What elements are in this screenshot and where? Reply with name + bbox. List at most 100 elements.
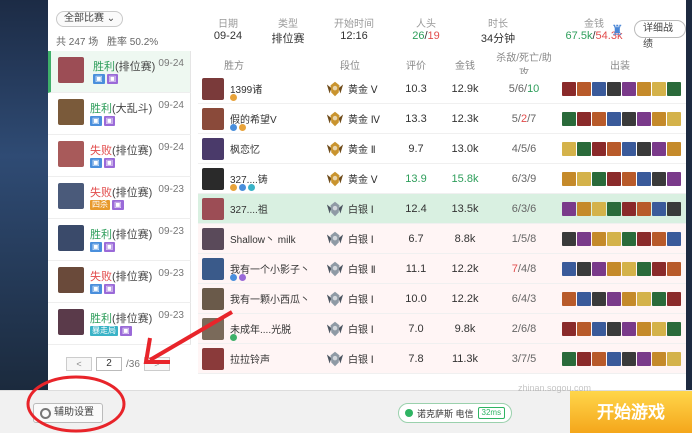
assist-settings-button[interactable]: 辅助设置: [33, 403, 103, 423]
item-icon[interactable]: [622, 141, 636, 156]
match-list-item[interactable]: 胜利(排位赛) 09-23 ▣ ▣: [48, 219, 191, 261]
player-row[interactable]: 327....铸 黄金 Ⅴ 13.9 15.8k 6/3/9: [198, 164, 686, 194]
item-icon[interactable]: [637, 231, 651, 246]
item-icon[interactable]: [592, 171, 606, 186]
next-page-button[interactable]: >: [143, 357, 170, 371]
item-icon[interactable]: [562, 81, 576, 96]
player-name[interactable]: 我有一颗小西瓜丶: [230, 291, 310, 306]
match-list-item[interactable]: 失败(排位赛) 09-23 四杀 ▣: [48, 177, 191, 219]
match-list-item[interactable]: 胜利(大乱斗) 09-24 ▣ ▣: [48, 93, 191, 135]
champion-avatar[interactable]: [202, 77, 224, 100]
player-name[interactable]: 327....祖: [230, 201, 268, 216]
item-icon[interactable]: [607, 141, 621, 156]
item-icon[interactable]: [577, 141, 591, 156]
item-icon[interactable]: [592, 111, 606, 126]
item-icon[interactable]: [577, 81, 591, 96]
item-icon[interactable]: [637, 81, 651, 96]
item-icon[interactable]: [607, 231, 621, 246]
item-icon[interactable]: [667, 141, 681, 156]
item-icon[interactable]: [652, 261, 666, 276]
item-icon[interactable]: [667, 201, 681, 216]
champion-avatar[interactable]: [202, 347, 224, 370]
item-icon[interactable]: [622, 171, 636, 186]
champion-avatar[interactable]: [202, 287, 224, 310]
player-row[interactable]: 假的希望V 黄金 Ⅳ 13.3 12.3k 5/2/7: [198, 104, 686, 134]
item-icon[interactable]: [562, 141, 576, 156]
item-icon[interactable]: [652, 141, 666, 156]
item-icon[interactable]: [667, 261, 681, 276]
item-icon[interactable]: [577, 111, 591, 126]
player-row[interactable]: 拉拉铃声 白银 Ⅰ 7.8 11.3k 3/7/5: [198, 344, 686, 374]
item-icon[interactable]: [622, 291, 636, 306]
item-icon[interactable]: [652, 201, 666, 216]
champion-avatar[interactable]: [202, 317, 224, 340]
item-icon[interactable]: [667, 81, 681, 96]
player-row[interactable]: 我有一颗小西瓜丶 白银 Ⅰ 10.0 12.2k 6/4/3: [198, 284, 686, 314]
item-icon[interactable]: [562, 111, 576, 126]
item-icon[interactable]: [622, 201, 636, 216]
item-icon[interactable]: [637, 111, 651, 126]
champion-avatar[interactable]: [202, 107, 224, 130]
item-icon[interactable]: [637, 201, 651, 216]
item-icon[interactable]: [592, 141, 606, 156]
item-icon[interactable]: [622, 321, 636, 336]
item-icon[interactable]: [652, 231, 666, 246]
detail-record-button[interactable]: 详细战绩: [634, 20, 686, 50]
item-icon[interactable]: [577, 351, 591, 366]
champion-avatar[interactable]: [202, 137, 224, 160]
item-icon[interactable]: [592, 261, 606, 276]
item-icon[interactable]: [637, 171, 651, 186]
player-row[interactable]: 未成年....光脱 白银 Ⅰ 7.0 9.8k 2/6/8: [198, 314, 686, 344]
player-name[interactable]: 未成年....光脱: [230, 321, 291, 336]
player-row[interactable]: 我有一个小影子丶 白银 Ⅱ 11.1 12.2k 7/4/8: [198, 254, 686, 284]
item-icon[interactable]: [577, 261, 591, 276]
item-icon[interactable]: [652, 81, 666, 96]
player-row[interactable]: 327....祖 白银 Ⅰ 12.4 13.5k 6/3/6: [198, 194, 686, 224]
item-icon[interactable]: [652, 291, 666, 306]
champion-avatar[interactable]: [202, 227, 224, 250]
item-icon[interactable]: [592, 351, 606, 366]
player-row[interactable]: 枫恋忆 黄金 Ⅱ 9.7 13.0k 4/5/6: [198, 134, 686, 164]
item-icon[interactable]: [607, 351, 621, 366]
item-icon[interactable]: [637, 291, 651, 306]
item-icon[interactable]: [592, 81, 606, 96]
player-name[interactable]: 拉拉铃声: [230, 351, 270, 366]
item-icon[interactable]: [652, 111, 666, 126]
item-icon[interactable]: [592, 201, 606, 216]
item-icon[interactable]: [622, 261, 636, 276]
champion-avatar[interactable]: [202, 167, 224, 190]
item-icon[interactable]: [667, 291, 681, 306]
page-number-input[interactable]: 2: [96, 357, 122, 371]
item-icon[interactable]: [667, 231, 681, 246]
item-icon[interactable]: [577, 321, 591, 336]
match-list-item[interactable]: 失败(排位赛) 09-24 ▣ ▣: [48, 135, 191, 177]
item-icon[interactable]: [577, 171, 591, 186]
item-icon[interactable]: [652, 171, 666, 186]
match-filter-dropdown[interactable]: 全部比赛 ⌄: [56, 11, 124, 27]
item-icon[interactable]: [562, 351, 576, 366]
item-icon[interactable]: [637, 351, 651, 366]
item-icon[interactable]: [562, 231, 576, 246]
item-icon[interactable]: [652, 351, 666, 366]
match-list-item[interactable]: 失败(排位赛) 09-23 ▣ ▣: [48, 261, 191, 303]
prev-page-button[interactable]: <: [66, 357, 92, 371]
champion-avatar[interactable]: [202, 257, 224, 280]
item-icon[interactable]: [622, 81, 636, 96]
item-icon[interactable]: [622, 351, 636, 366]
item-icon[interactable]: [592, 231, 606, 246]
item-icon[interactable]: [562, 291, 576, 306]
item-icon[interactable]: [622, 231, 636, 246]
item-icon[interactable]: [607, 291, 621, 306]
item-icon[interactable]: [667, 321, 681, 336]
item-icon[interactable]: [562, 321, 576, 336]
item-icon[interactable]: [607, 171, 621, 186]
item-icon[interactable]: [607, 201, 621, 216]
item-icon[interactable]: [607, 321, 621, 336]
item-icon[interactable]: [577, 291, 591, 306]
player-name[interactable]: Shallow丶 milk: [230, 231, 296, 246]
server-selector[interactable]: 诺克萨斯 电信 32ms: [398, 403, 513, 423]
item-icon[interactable]: [592, 291, 606, 306]
start-game-button[interactable]: 开始游戏: [570, 391, 692, 433]
item-icon[interactable]: [607, 81, 621, 96]
item-icon[interactable]: [607, 261, 621, 276]
